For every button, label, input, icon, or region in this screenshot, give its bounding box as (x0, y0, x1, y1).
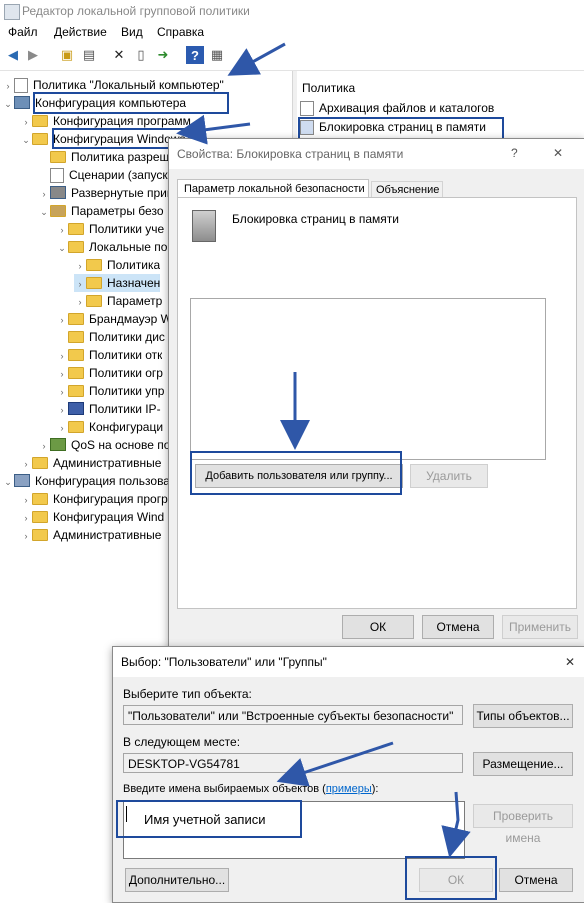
arrow-to-names-input (276, 741, 394, 787)
arrow-to-windows-config (176, 114, 251, 145)
arrow-to-root (227, 42, 286, 76)
annotation-arrows (176, 42, 471, 858)
arrow-to-ok-button (441, 791, 471, 858)
